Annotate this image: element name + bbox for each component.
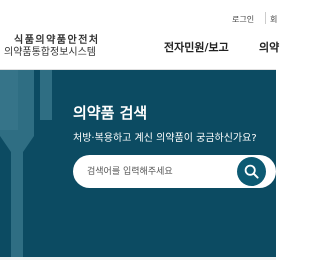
util-divider [265, 12, 266, 24]
search-input[interactable] [87, 155, 237, 188]
nav-item-medicine[interactable]: 의약 [259, 39, 279, 55]
site-header: 식품의약품안전처 의약품통합정보시스템 로그인 회 전자민원/보고 의약 [0, 0, 279, 70]
search-button[interactable] [237, 157, 266, 186]
util-link-signup[interactable]: 회 [270, 14, 277, 25]
hero-search-section: 의약품 검색 처방·복용하고 계신 의약품이 궁금하신가요? [0, 70, 276, 260]
hero-title: 의약품 검색 [73, 104, 148, 122]
login-link[interactable]: 로그인 [232, 14, 254, 25]
hero-subtitle: 처방·복용하고 계신 의약품이 궁금하신가요? [73, 133, 257, 144]
nav-item-e-civil[interactable]: 전자민원/보고 [164, 39, 229, 55]
logo-system-name[interactable]: 의약품통합정보시스템 [4, 43, 96, 58]
search-box [73, 155, 276, 188]
search-icon [244, 164, 259, 179]
